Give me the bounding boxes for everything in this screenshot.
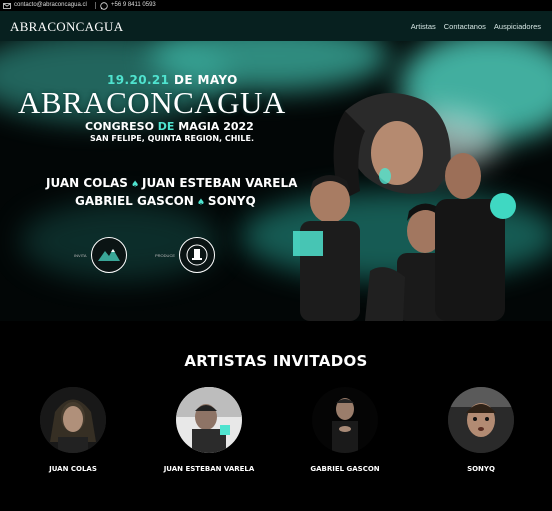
hero-banner: 19.20.21 DE MAYO ABRACONCAGUA CONGRESO D… bbox=[0, 41, 552, 321]
mountain-logo-icon[interactable] bbox=[90, 237, 127, 273]
artist-card[interactable]: GABRIEL GASCON bbox=[290, 387, 400, 473]
nav-link-auspiciadores[interactable]: Auspiciadores bbox=[494, 22, 541, 31]
avatar[interactable] bbox=[176, 387, 242, 453]
hero-artist-list: JUAN COLAS ♠ JUAN ESTEBAN VARELA GABRIEL G… bbox=[46, 175, 297, 211]
phone-text[interactable]: +56 9 8411 0593 bbox=[111, 0, 156, 11]
artist-name[interactable]: JUAN COLAS bbox=[18, 465, 128, 473]
artist-name[interactable]: GABRIEL GASCON bbox=[290, 465, 400, 473]
avatar[interactable] bbox=[312, 387, 378, 453]
site-logo[interactable]: ABRACONCAGUA bbox=[10, 19, 123, 35]
artist-card[interactable]: JUAN ESTEBAN VARELA bbox=[154, 387, 264, 473]
artist-card[interactable]: SONYQ bbox=[426, 387, 536, 473]
artist-name: SONYQ bbox=[207, 194, 256, 208]
envelope-icon bbox=[3, 2, 11, 9]
nav-links: Artistas Contactanos Auspiciadores bbox=[411, 22, 541, 31]
spade-icon: ♠ bbox=[196, 198, 205, 208]
performers-photo bbox=[293, 93, 516, 321]
nav-link-artistas[interactable]: Artistas bbox=[411, 22, 436, 31]
avatar[interactable] bbox=[448, 387, 514, 453]
artist-name[interactable]: JUAN ESTEBAN VARELA bbox=[154, 465, 264, 473]
artist-name[interactable]: SONYQ bbox=[426, 465, 536, 473]
artist-name: GABRIEL GASCON bbox=[75, 194, 194, 208]
hero-title: ABRACONCAGUA bbox=[18, 85, 286, 120]
email-contact[interactable]: contacto@abraconcagua.cl bbox=[3, 0, 87, 11]
email-text[interactable]: contacto@abraconcagua.cl bbox=[14, 0, 87, 11]
hero-location: SAN FELIPE, QUINTA REGION, CHILE. bbox=[90, 134, 255, 143]
phone-contact[interactable]: +56 9 8411 0593 bbox=[100, 0, 156, 11]
magic-club-logo-icon[interactable] bbox=[179, 237, 216, 273]
spade-icon: ♠ bbox=[130, 180, 140, 190]
avatar[interactable] bbox=[40, 387, 106, 453]
subtitle-part-3: MAGIA 2022 bbox=[178, 120, 254, 133]
badge-label: PRODUCE bbox=[155, 252, 176, 258]
artist-name: JUAN COLAS bbox=[46, 176, 128, 190]
divider bbox=[95, 2, 96, 9]
navbar: ABRACONCAGUA Artistas Contactanos Auspic… bbox=[0, 11, 552, 41]
sponsor-badge-invita: INVITA bbox=[74, 237, 127, 273]
section-title: ARTISTAS INVITADOS bbox=[184, 352, 368, 370]
subtitle-part-2: DE bbox=[157, 120, 175, 133]
nav-link-contactanos[interactable]: Contactanos bbox=[444, 22, 486, 31]
sponsor-badge-produce: PRODUCE bbox=[155, 237, 216, 273]
artist-name: JUAN ESTEBAN VARELA bbox=[142, 176, 298, 190]
artist-card[interactable]: JUAN COLAS bbox=[18, 387, 128, 473]
artist-line-1: JUAN COLAS ♠ JUAN ESTEBAN VARELA bbox=[46, 175, 297, 193]
contact-bar: contacto@abraconcagua.cl +56 9 8411 0593 bbox=[0, 0, 552, 11]
whatsapp-icon bbox=[100, 1, 108, 10]
subtitle-part-1: CONGRESO bbox=[85, 120, 154, 133]
artist-line-2: GABRIEL GASCON ♠ SONYQ bbox=[46, 193, 297, 211]
hero-subtitle: CONGRESO DE MAGIA 2022 bbox=[85, 120, 254, 133]
badge-label: INVITA bbox=[74, 252, 87, 258]
